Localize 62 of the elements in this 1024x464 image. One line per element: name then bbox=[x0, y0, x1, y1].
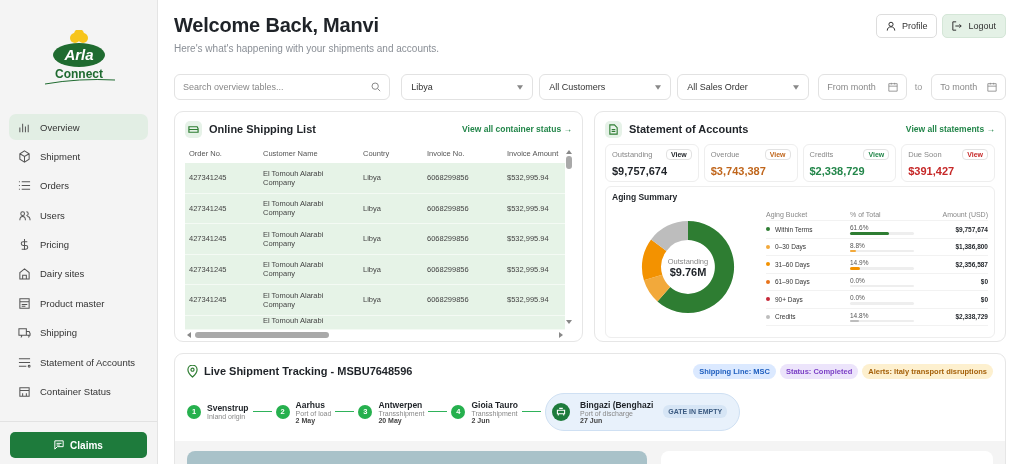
nav-icon bbox=[18, 208, 31, 222]
dropdown[interactable]: All Customers bbox=[539, 74, 672, 100]
panel-title: Aging Summary bbox=[612, 192, 679, 202]
list-icon bbox=[185, 120, 202, 138]
card-title: Live Shipment Tracking - MSBU7648596 bbox=[204, 365, 413, 377]
location-pin-icon bbox=[187, 364, 198, 378]
nav-item[interactable]: Users bbox=[9, 202, 148, 229]
caret-icon bbox=[793, 84, 800, 90]
range-separator: to bbox=[914, 82, 923, 92]
brand-logo: Arla Connect bbox=[38, 30, 119, 86]
nav-item[interactable]: Shipping bbox=[9, 319, 148, 346]
nav-icon bbox=[18, 385, 31, 398]
dropdown[interactable]: Libya bbox=[401, 74, 534, 100]
view-all-link[interactable]: View all statements → bbox=[905, 124, 995, 134]
caret-icon bbox=[517, 84, 524, 90]
summary-value: $391,427 bbox=[908, 165, 956, 177]
nav-item[interactable]: Container Status bbox=[9, 378, 148, 405]
nav-item[interactable]: Shipment bbox=[9, 143, 148, 170]
nav-item[interactable]: Overview bbox=[9, 114, 148, 140]
step-name: Svenstrup bbox=[207, 403, 249, 413]
to-month-field[interactable]: To month bbox=[931, 74, 1006, 100]
ship-icon bbox=[552, 402, 571, 421]
card-title: Online Shipping List bbox=[209, 123, 316, 135]
document-icon bbox=[605, 120, 622, 138]
nav-item[interactable]: Product master bbox=[9, 290, 148, 317]
nav-icon bbox=[18, 267, 31, 281]
message-icon bbox=[54, 440, 65, 450]
nav-item[interactable]: Pricing bbox=[9, 231, 148, 258]
step-name: Aarhus bbox=[295, 399, 326, 410]
calendar-icon bbox=[887, 82, 898, 92]
progress-bar bbox=[850, 232, 914, 235]
search-field[interactable]: Search overview tables... bbox=[174, 74, 391, 100]
step-name: Bingazi (Benghazi bbox=[580, 399, 654, 410]
nav-icon bbox=[18, 179, 31, 193]
view-all-link[interactable]: View all container status → bbox=[462, 124, 572, 134]
summary-value: $2,338,729 bbox=[809, 165, 866, 177]
page-title: Welcome Back, Manvi bbox=[174, 14, 380, 37]
logout-icon bbox=[952, 21, 963, 31]
caret-icon bbox=[655, 84, 662, 90]
nav-item[interactable]: Orders bbox=[9, 172, 148, 199]
user-icon bbox=[885, 21, 896, 31]
from-month-field[interactable]: From month bbox=[818, 74, 907, 100]
nav-icon bbox=[18, 296, 31, 310]
calendar-icon bbox=[987, 82, 997, 92]
summary-value: $9,757,674 bbox=[612, 165, 669, 177]
dropdown[interactable]: All Sales Order bbox=[677, 74, 810, 100]
step-name: Antwerpen bbox=[378, 399, 423, 410]
nav-icon bbox=[18, 326, 31, 340]
profile-button[interactable]: Profile bbox=[875, 14, 938, 38]
nav-icon bbox=[18, 149, 31, 163]
claims-button[interactable]: Claims bbox=[10, 432, 147, 458]
donut-value: $9.76M bbox=[669, 265, 707, 278]
search-icon bbox=[371, 82, 382, 92]
page-subtitle: Here's what's happening with your shipments and accounts. bbox=[174, 43, 440, 54]
nav-icon bbox=[18, 238, 31, 252]
nav-icon bbox=[18, 355, 31, 369]
card-title: Statement of Accounts bbox=[629, 123, 749, 135]
step-name: Gioia Tauro bbox=[471, 399, 519, 410]
summary-value: $3,743,387 bbox=[710, 165, 767, 177]
nav-item[interactable]: Statement of Accounts bbox=[9, 349, 148, 376]
logout-button[interactable]: Logout bbox=[942, 14, 1006, 38]
nav-item[interactable]: Dairy sites bbox=[9, 260, 148, 287]
